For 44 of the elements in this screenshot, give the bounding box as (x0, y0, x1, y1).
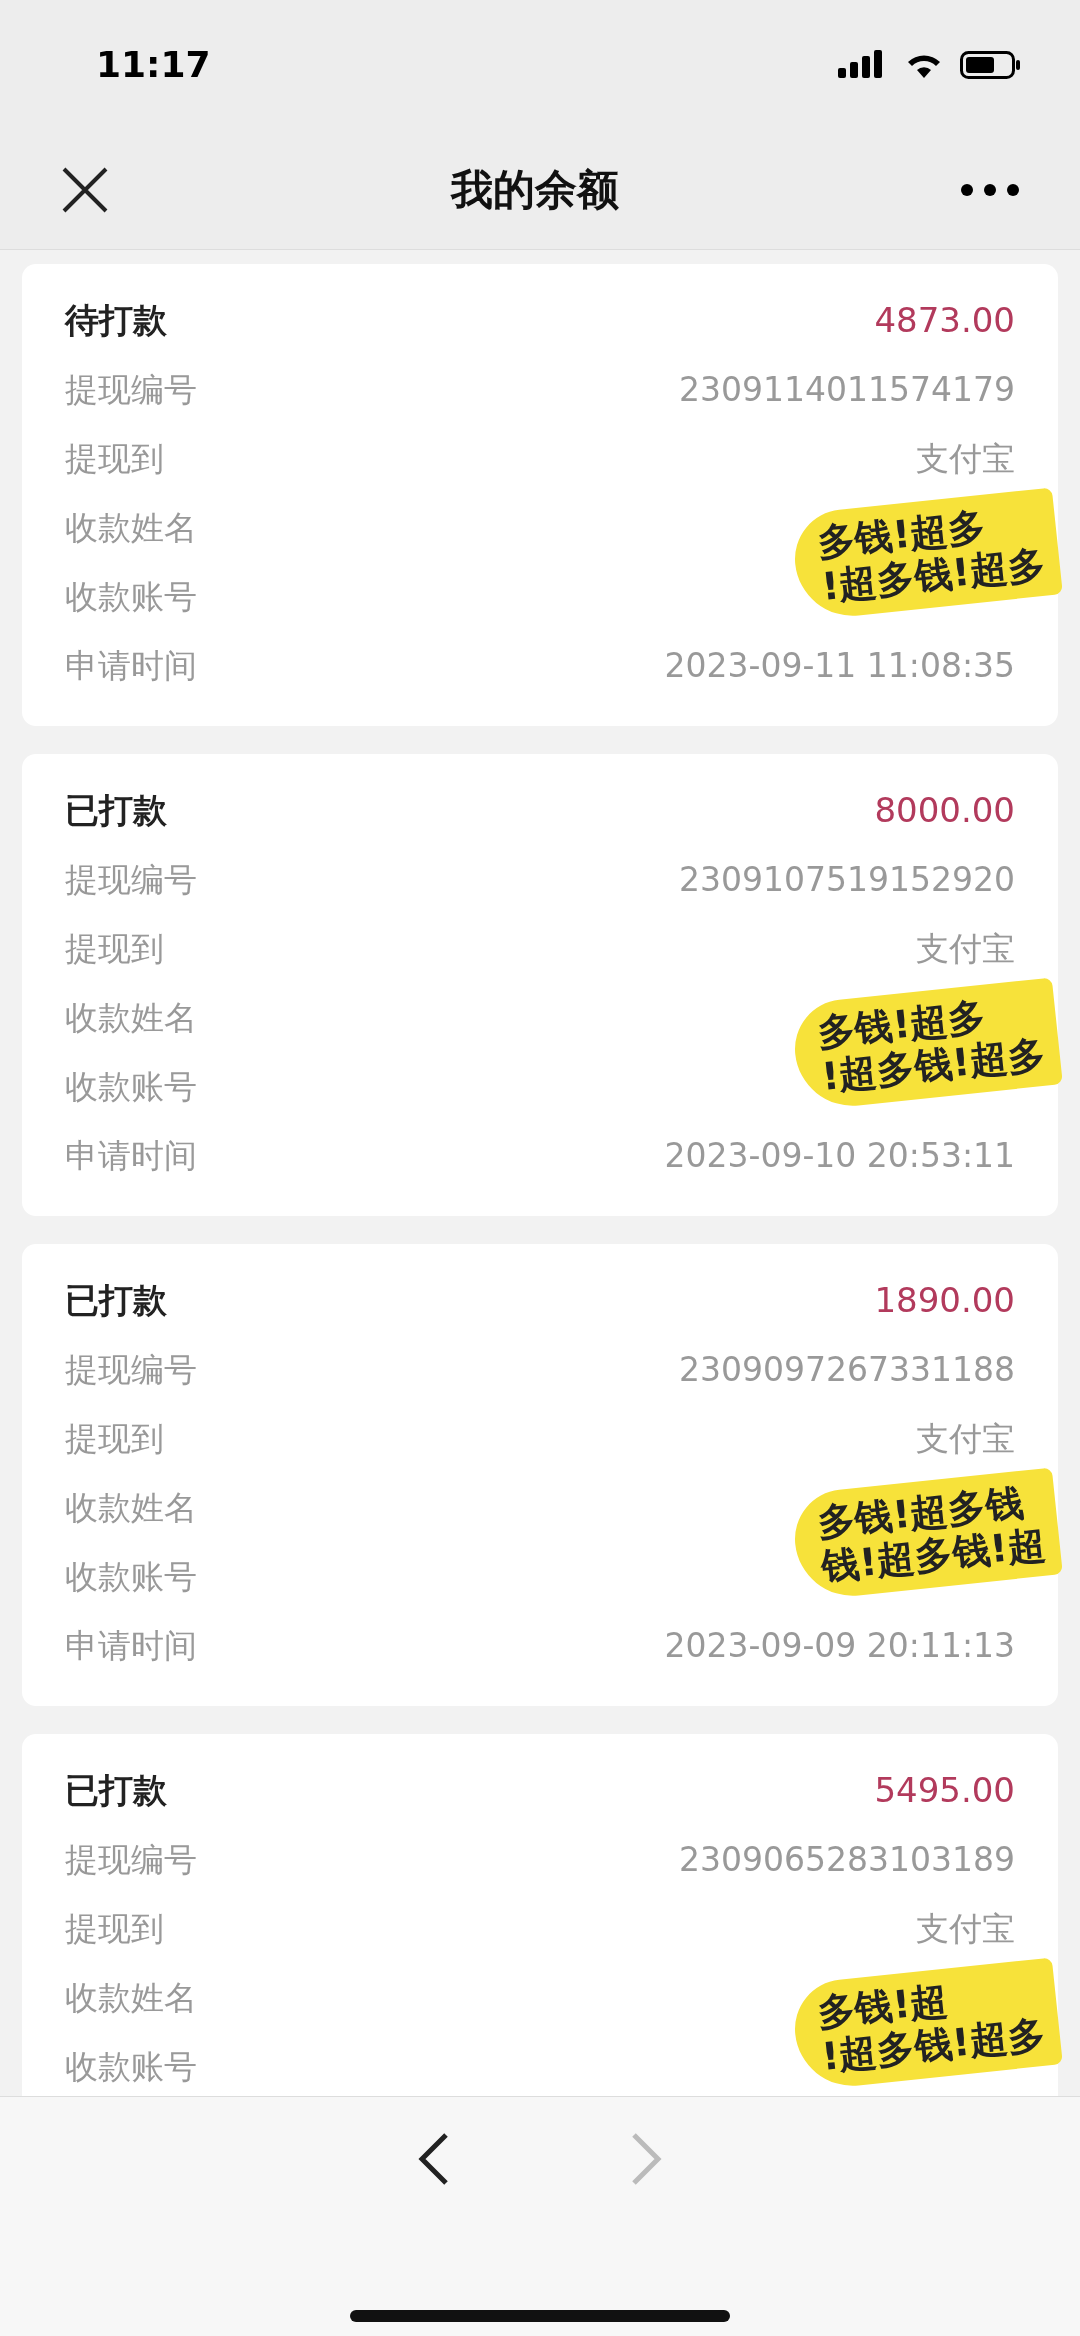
amount-value: 1890.00 (874, 1279, 1015, 1322)
field-value: 支付宝 (916, 437, 1015, 480)
field-label: 提现编号 (65, 1348, 197, 1391)
field-label: 收款账号 (65, 1555, 197, 1598)
amount-value: 5495.00 (874, 1769, 1015, 1812)
field-label: 提现到 (65, 927, 164, 970)
status-label: 已打款 (65, 1279, 167, 1322)
field-label: 收款姓名 (65, 996, 197, 1039)
field-label: 提现编号 (65, 1838, 197, 1881)
field-label: 提现编号 (65, 858, 197, 901)
field-label: 提现到 (65, 437, 164, 480)
status-label: 已打款 (65, 789, 167, 832)
field-value: 2023-09-10 20:53:11 (664, 1134, 1015, 1177)
field-value: 2023-09-09 20:11:13 (664, 1624, 1015, 1667)
status-label: 已打款 (65, 1769, 167, 1812)
field-label: 提现到 (65, 1907, 164, 1950)
amount-value: 4873.00 (874, 299, 1015, 342)
field-value: 2309114011574179 (679, 368, 1015, 411)
field-value: 2309097267331188 (679, 1348, 1015, 1391)
field-label: 收款姓名 (65, 1486, 197, 1529)
field-value: 2309107519152920 (679, 858, 1015, 901)
field-label: 申请时间 (65, 1134, 197, 1177)
field-label: 收款姓名 (65, 506, 197, 549)
field-label: 收款账号 (65, 1065, 197, 1108)
field-label: 收款账号 (65, 2045, 197, 2088)
status-label: 待打款 (65, 299, 167, 342)
field-value: 2309065283103189 (679, 1838, 1015, 1881)
field-label: 申请时间 (65, 644, 197, 687)
field-label: 提现到 (65, 1417, 164, 1460)
more-icon (960, 183, 1020, 197)
field-value: 支付宝 (916, 927, 1015, 970)
status-time: 11:17 (96, 43, 211, 87)
chevron-left-icon (416, 2131, 450, 2187)
field-label: 申请时间 (65, 1624, 197, 1667)
field-value: 2023-09-11 11:08:35 (664, 644, 1015, 687)
chevron-right-icon (630, 2131, 664, 2187)
field-label: 收款账号 (65, 575, 197, 618)
battery-icon (960, 50, 1022, 80)
field-label: 收款姓名 (65, 1976, 197, 2019)
page-title: 我的余额 (451, 164, 619, 216)
field-label: 提现编号 (65, 368, 197, 411)
field-value: 支付宝 (916, 1417, 1015, 1460)
amount-value: 8000.00 (874, 789, 1015, 832)
field-value: 支付宝 (916, 1907, 1015, 1950)
